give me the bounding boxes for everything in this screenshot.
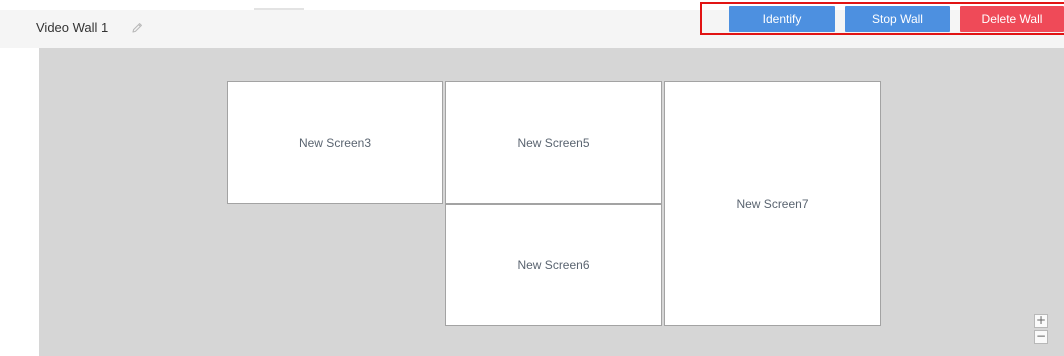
screen-tile[interactable]: New Screen6	[445, 204, 662, 326]
delete-wall-button[interactable]: Delete Wall	[960, 6, 1064, 32]
screen-tile[interactable]: New Screen7	[664, 81, 881, 326]
pencil-icon[interactable]	[130, 21, 144, 35]
identify-button[interactable]: Identify	[729, 6, 835, 32]
screen-label: New Screen3	[298, 135, 372, 150]
zoom-out-button[interactable]: −	[1034, 330, 1048, 344]
screen-label: New Screen5	[517, 135, 590, 150]
screen-tile[interactable]: New Screen3	[227, 81, 443, 204]
screen-label: New Screen6	[517, 258, 590, 272]
zoom-in-button[interactable]: +	[1034, 314, 1048, 328]
video-wall-canvas[interactable]: New Screen3 New Screen5 New Screen6 New …	[39, 48, 1064, 356]
screen-tile[interactable]: New Screen5	[445, 81, 662, 204]
stop-wall-button[interactable]: Stop Wall	[845, 6, 950, 32]
wall-title: Video Wall 1	[36, 20, 109, 35]
screen-label: New Screen7	[736, 196, 809, 211]
